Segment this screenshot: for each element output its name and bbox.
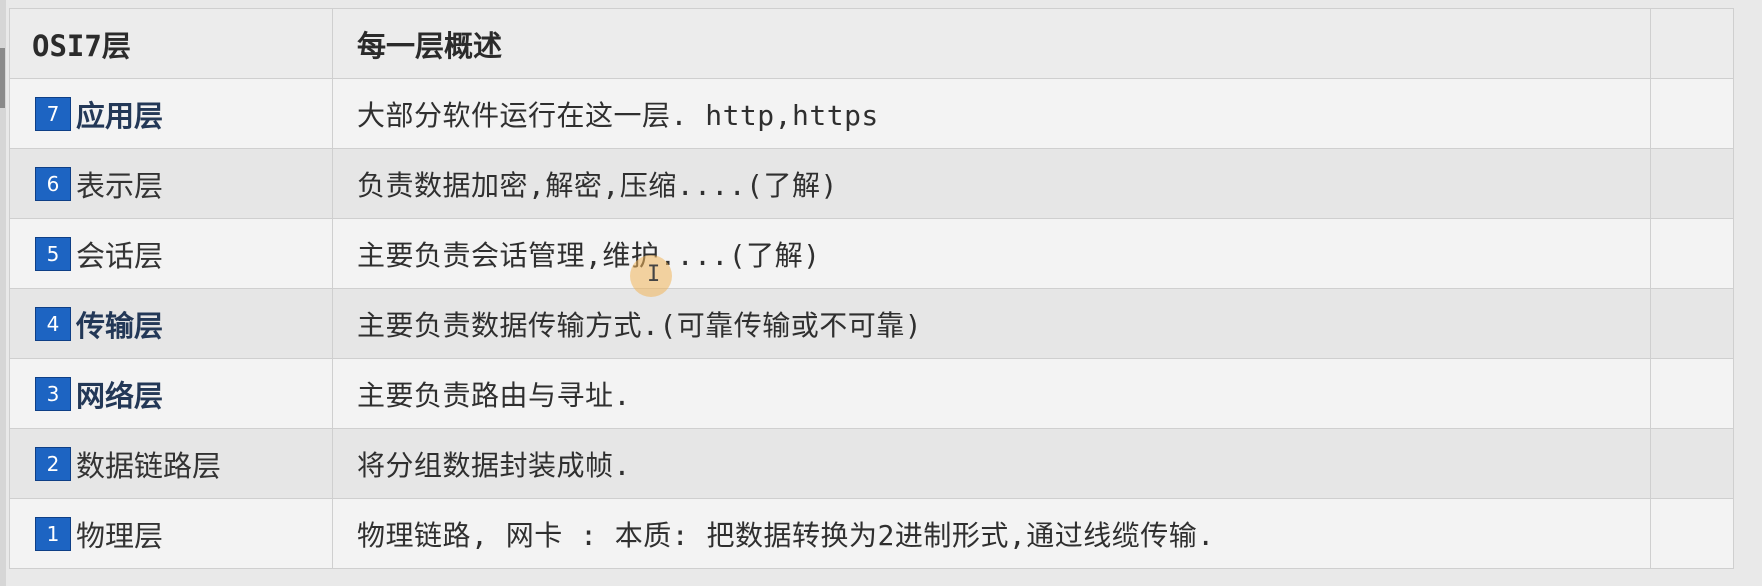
layer-cell[interactable]: 4 传输层 [9,288,333,359]
layer-name: 网络层 [76,378,164,413]
layer-number-badge: 7 [35,96,71,131]
header-layer[interactable]: OSI7层 [9,8,333,79]
table-row: 6 表示层 负责数据加密,解密,压缩....(了解) [9,148,1734,219]
layer-description: 主要负责路由与寻址. [357,378,631,412]
layer-description: 主要负责会话管理,维护....(了解) [357,238,821,272]
layer-cell[interactable]: 2 数据链路层 [9,428,333,499]
layer-cell[interactable]: 6 表示层 [9,148,333,219]
layer-name: 物理层 [76,518,164,553]
layer-name: 会话层 [76,238,164,273]
extra-cell[interactable] [1650,428,1734,499]
layer-name: 传输层 [76,308,164,343]
layer-description: 物理链路, 网卡 : 本质: 把数据转换为2进制形式,通过线缆传输. [357,518,1215,552]
layer-name-wrap: 5 会话层 [10,233,332,275]
description-cell[interactable]: 主要负责路由与寻址. [332,358,1651,429]
layer-name-wrap: 6 表示层 [10,163,332,205]
layer-name-wrap: 3 网络层 [10,373,332,415]
layer-name: 应用层 [76,98,164,133]
extra-cell[interactable] [1650,78,1734,149]
layer-number-badge: 2 [35,446,71,481]
layer-number-badge: 1 [35,516,71,551]
layer-description: 大部分软件运行在这一层. http,https [357,98,879,132]
scroll-marker [0,48,5,108]
layer-cell[interactable]: 5 会话层 [9,218,333,289]
table-row: 1 物理层 物理链路, 网卡 : 本质: 把数据转换为2进制形式,通过线缆传输. [9,498,1734,569]
extra-cell[interactable] [1650,148,1734,219]
layer-number-badge: 3 [35,376,71,411]
layer-name-wrap: 2 数据链路层 [10,443,332,485]
table-header-row: OSI7层 每一层概述 [9,8,1734,79]
window-left-edge [0,0,6,586]
layer-description: 负责数据加密,解密,压缩....(了解) [357,168,838,202]
header-description[interactable]: 每一层概述 [332,8,1651,79]
extra-cell[interactable] [1650,218,1734,289]
layer-number-badge: 4 [35,306,71,341]
table-row: 4 传输层 主要负责数据传输方式.(可靠传输或不可靠) [9,288,1734,359]
text-cursor-icon: I [647,262,661,287]
extra-cell[interactable] [1650,498,1734,569]
layer-name-wrap: 1 物理层 [10,513,332,555]
table-row: 5 会话层 主要负责会话管理,维护....(了解) [9,218,1734,289]
layer-cell[interactable]: 7 应用层 [9,78,333,149]
table-row: 2 数据链路层 将分组数据封装成帧. [9,428,1734,499]
layer-name-wrap: 4 传输层 [10,303,332,345]
description-cell[interactable]: 物理链路, 网卡 : 本质: 把数据转换为2进制形式,通过线缆传输. [332,498,1651,569]
extra-cell[interactable] [1650,288,1734,359]
table-row: 7 应用层 大部分软件运行在这一层. http,https [9,78,1734,149]
osi-layers-table: OSI7层 每一层概述 7 应用层 大部分软件运行在这一层. http,https 6… [9,8,1734,569]
table-row: 3 网络层 主要负责路由与寻址. [9,358,1734,429]
layer-cell[interactable]: 1 物理层 [9,498,333,569]
description-cell[interactable]: 主要负责会话管理,维护....(了解) [332,218,1651,289]
layer-number-badge: 6 [35,166,71,201]
description-cell[interactable]: 负责数据加密,解密,压缩....(了解) [332,148,1651,219]
layer-description: 将分组数据封装成帧. [357,448,631,482]
layer-name: 数据链路层 [76,448,222,483]
extra-cell[interactable] [1650,358,1734,429]
layer-description: 主要负责数据传输方式.(可靠传输或不可靠) [357,308,923,342]
description-cell[interactable]: 将分组数据封装成帧. [332,428,1651,499]
layer-name: 表示层 [76,168,164,203]
layer-name-wrap: 7 应用层 [10,93,332,135]
layer-number-badge: 5 [35,236,71,271]
layer-cell[interactable]: 3 网络层 [9,358,333,429]
header-extra[interactable] [1650,8,1734,79]
description-cell[interactable]: 主要负责数据传输方式.(可靠传输或不可靠) [332,288,1651,359]
description-cell[interactable]: 大部分软件运行在这一层. http,https [332,78,1651,149]
